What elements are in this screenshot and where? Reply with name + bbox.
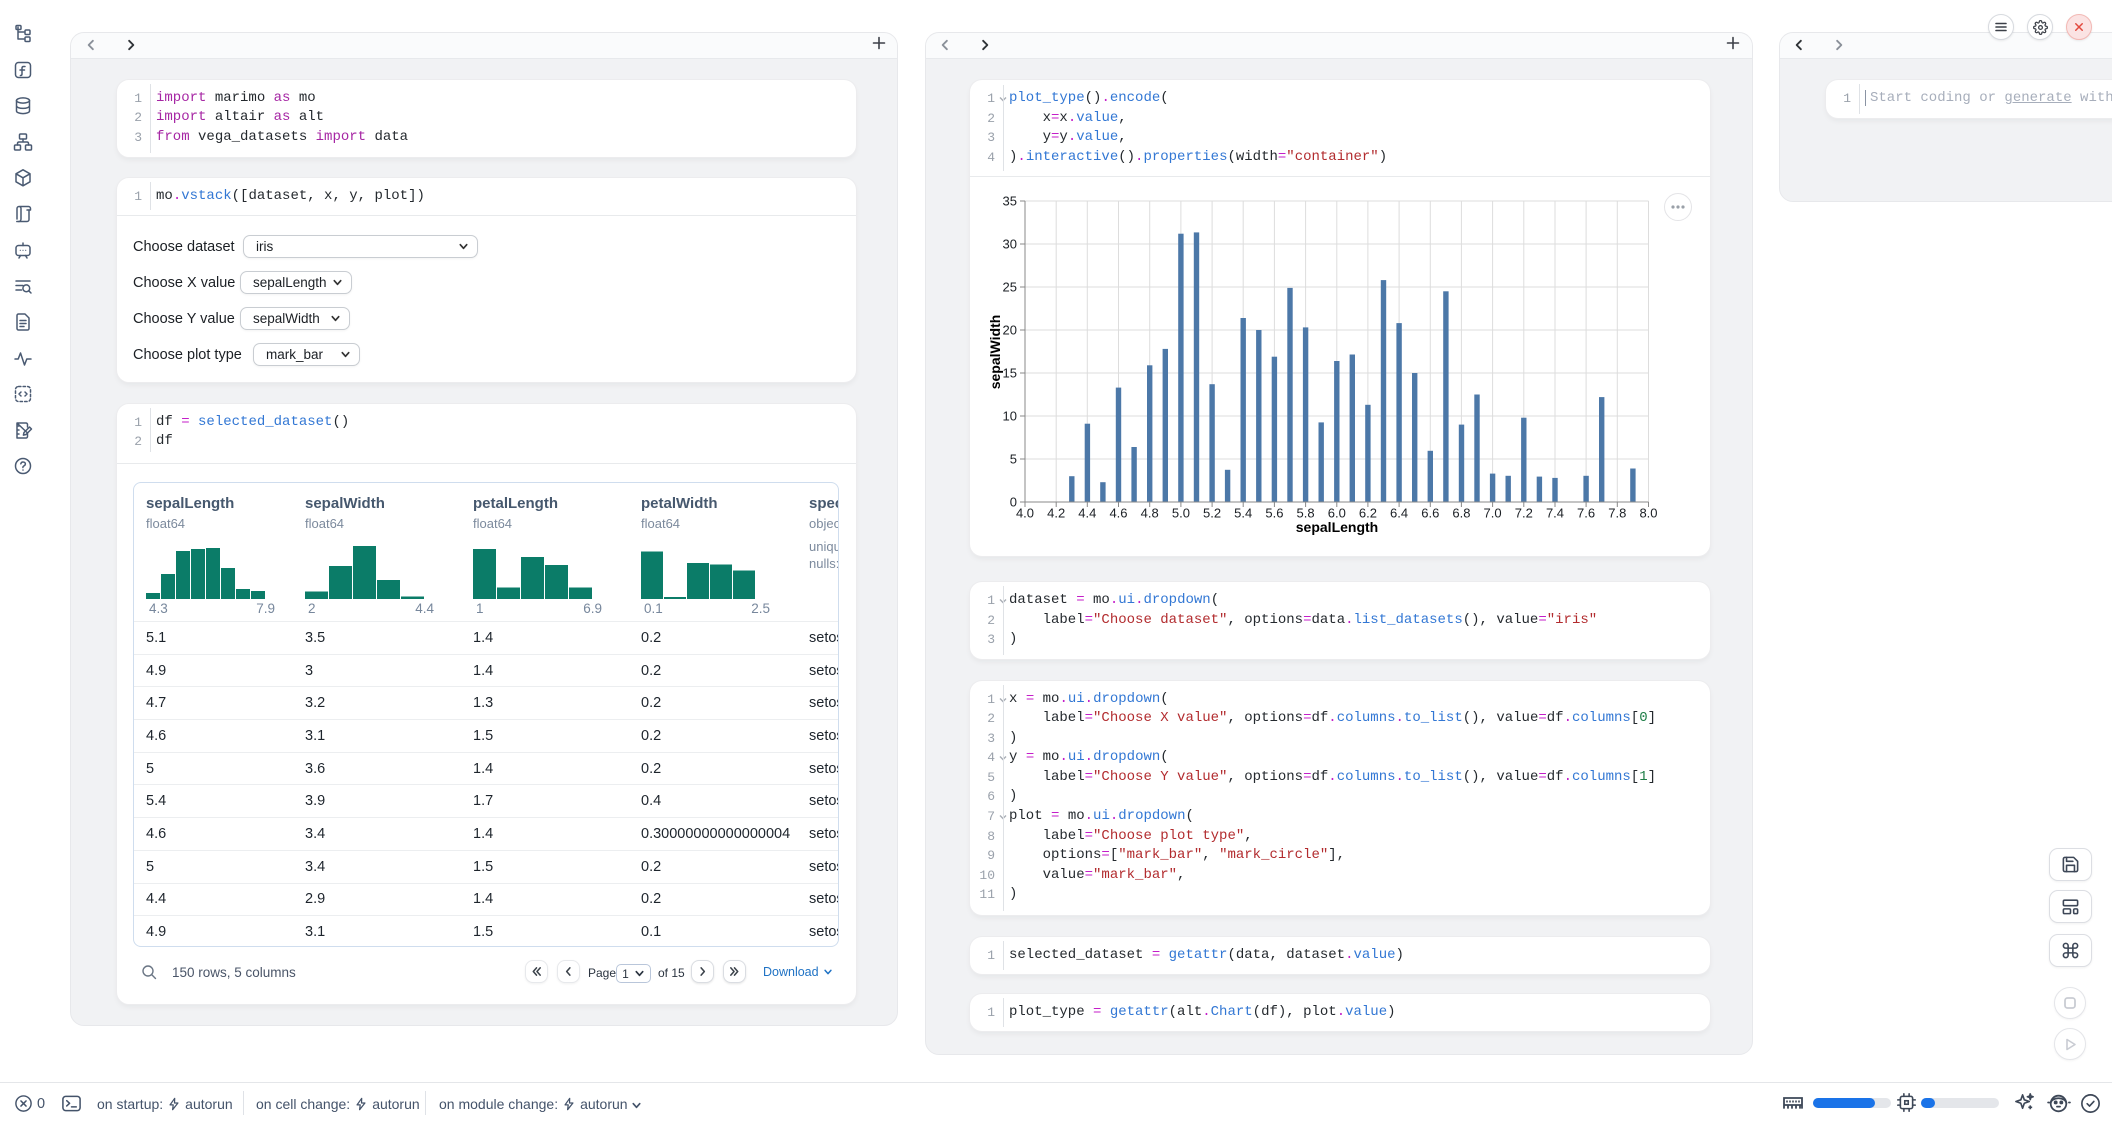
svg-text:4.0: 4.0 <box>1016 506 1034 521</box>
svg-text:7.4: 7.4 <box>1546 506 1564 521</box>
svg-text:25: 25 <box>1003 280 1017 295</box>
svg-text:10: 10 <box>1003 409 1017 424</box>
svg-text:6.8: 6.8 <box>1452 506 1470 521</box>
svg-text:7.8: 7.8 <box>1608 506 1626 521</box>
svg-text:sepalLength: sepalLength <box>1296 519 1378 535</box>
svg-text:4.8: 4.8 <box>1141 506 1159 521</box>
svg-text:4.2: 4.2 <box>1047 506 1065 521</box>
svg-text:4.4: 4.4 <box>1078 506 1096 521</box>
svg-text:6.6: 6.6 <box>1421 506 1439 521</box>
svg-text:7.6: 7.6 <box>1577 506 1595 521</box>
svg-text:15: 15 <box>1003 366 1017 381</box>
svg-text:7.0: 7.0 <box>1484 506 1502 521</box>
svg-text:sepalWidth: sepalWidth <box>987 315 1003 390</box>
svg-text:0: 0 <box>1010 495 1017 510</box>
svg-text:5.2: 5.2 <box>1203 506 1221 521</box>
svg-text:30: 30 <box>1003 237 1017 252</box>
svg-text:35: 35 <box>1003 194 1017 209</box>
svg-text:20: 20 <box>1003 323 1017 338</box>
svg-text:5.4: 5.4 <box>1234 506 1252 521</box>
svg-text:5.6: 5.6 <box>1265 506 1283 521</box>
svg-text:7.2: 7.2 <box>1515 506 1533 521</box>
svg-text:5.0: 5.0 <box>1172 506 1190 521</box>
svg-text:5: 5 <box>1010 452 1017 467</box>
svg-text:4.6: 4.6 <box>1109 506 1127 521</box>
svg-text:6.4: 6.4 <box>1390 506 1408 521</box>
svg-text:8.0: 8.0 <box>1639 506 1657 521</box>
